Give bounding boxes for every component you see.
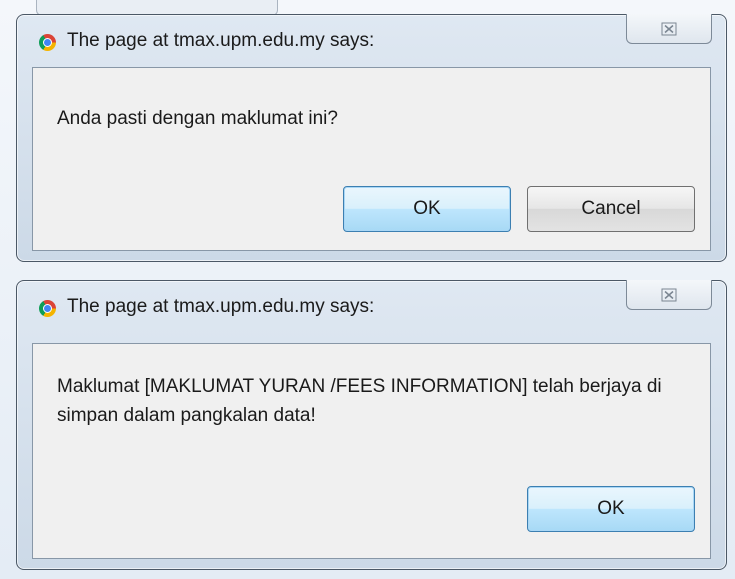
confirm-dialog: The page at tmax.upm.edu.my says: Anda p… xyxy=(16,14,727,262)
alert-dialog: The page at tmax.upm.edu.my says: Maklum… xyxy=(16,280,727,570)
dialog-titlebar[interactable]: The page at tmax.upm.edu.my says: xyxy=(17,280,726,333)
chrome-icon xyxy=(39,300,56,317)
ok-button[interactable]: OK xyxy=(343,186,511,232)
close-button[interactable] xyxy=(626,280,712,310)
dialog-titlebar[interactable]: The page at tmax.upm.edu.my says: xyxy=(17,14,726,67)
dialog-content-panel: Anda pasti dengan maklumat ini? OK Cance… xyxy=(32,67,711,251)
dialog-message: Maklumat [MAKLUMAT YURAN /FEES INFORMATI… xyxy=(57,376,662,426)
close-icon xyxy=(661,284,677,303)
close-button[interactable] xyxy=(626,14,712,44)
dialog-message: Anda pasti dengan maklumat ini? xyxy=(57,108,338,129)
dialog-content-panel: Maklumat [MAKLUMAT YURAN /FEES INFORMATI… xyxy=(32,343,711,559)
cancel-button[interactable]: Cancel xyxy=(527,186,695,232)
dialog-title: The page at tmax.upm.edu.my says: xyxy=(67,30,375,51)
close-icon xyxy=(661,18,677,37)
dialog-title: The page at tmax.upm.edu.my says: xyxy=(67,296,375,317)
chrome-icon xyxy=(39,34,56,51)
ok-button[interactable]: OK xyxy=(527,486,695,532)
